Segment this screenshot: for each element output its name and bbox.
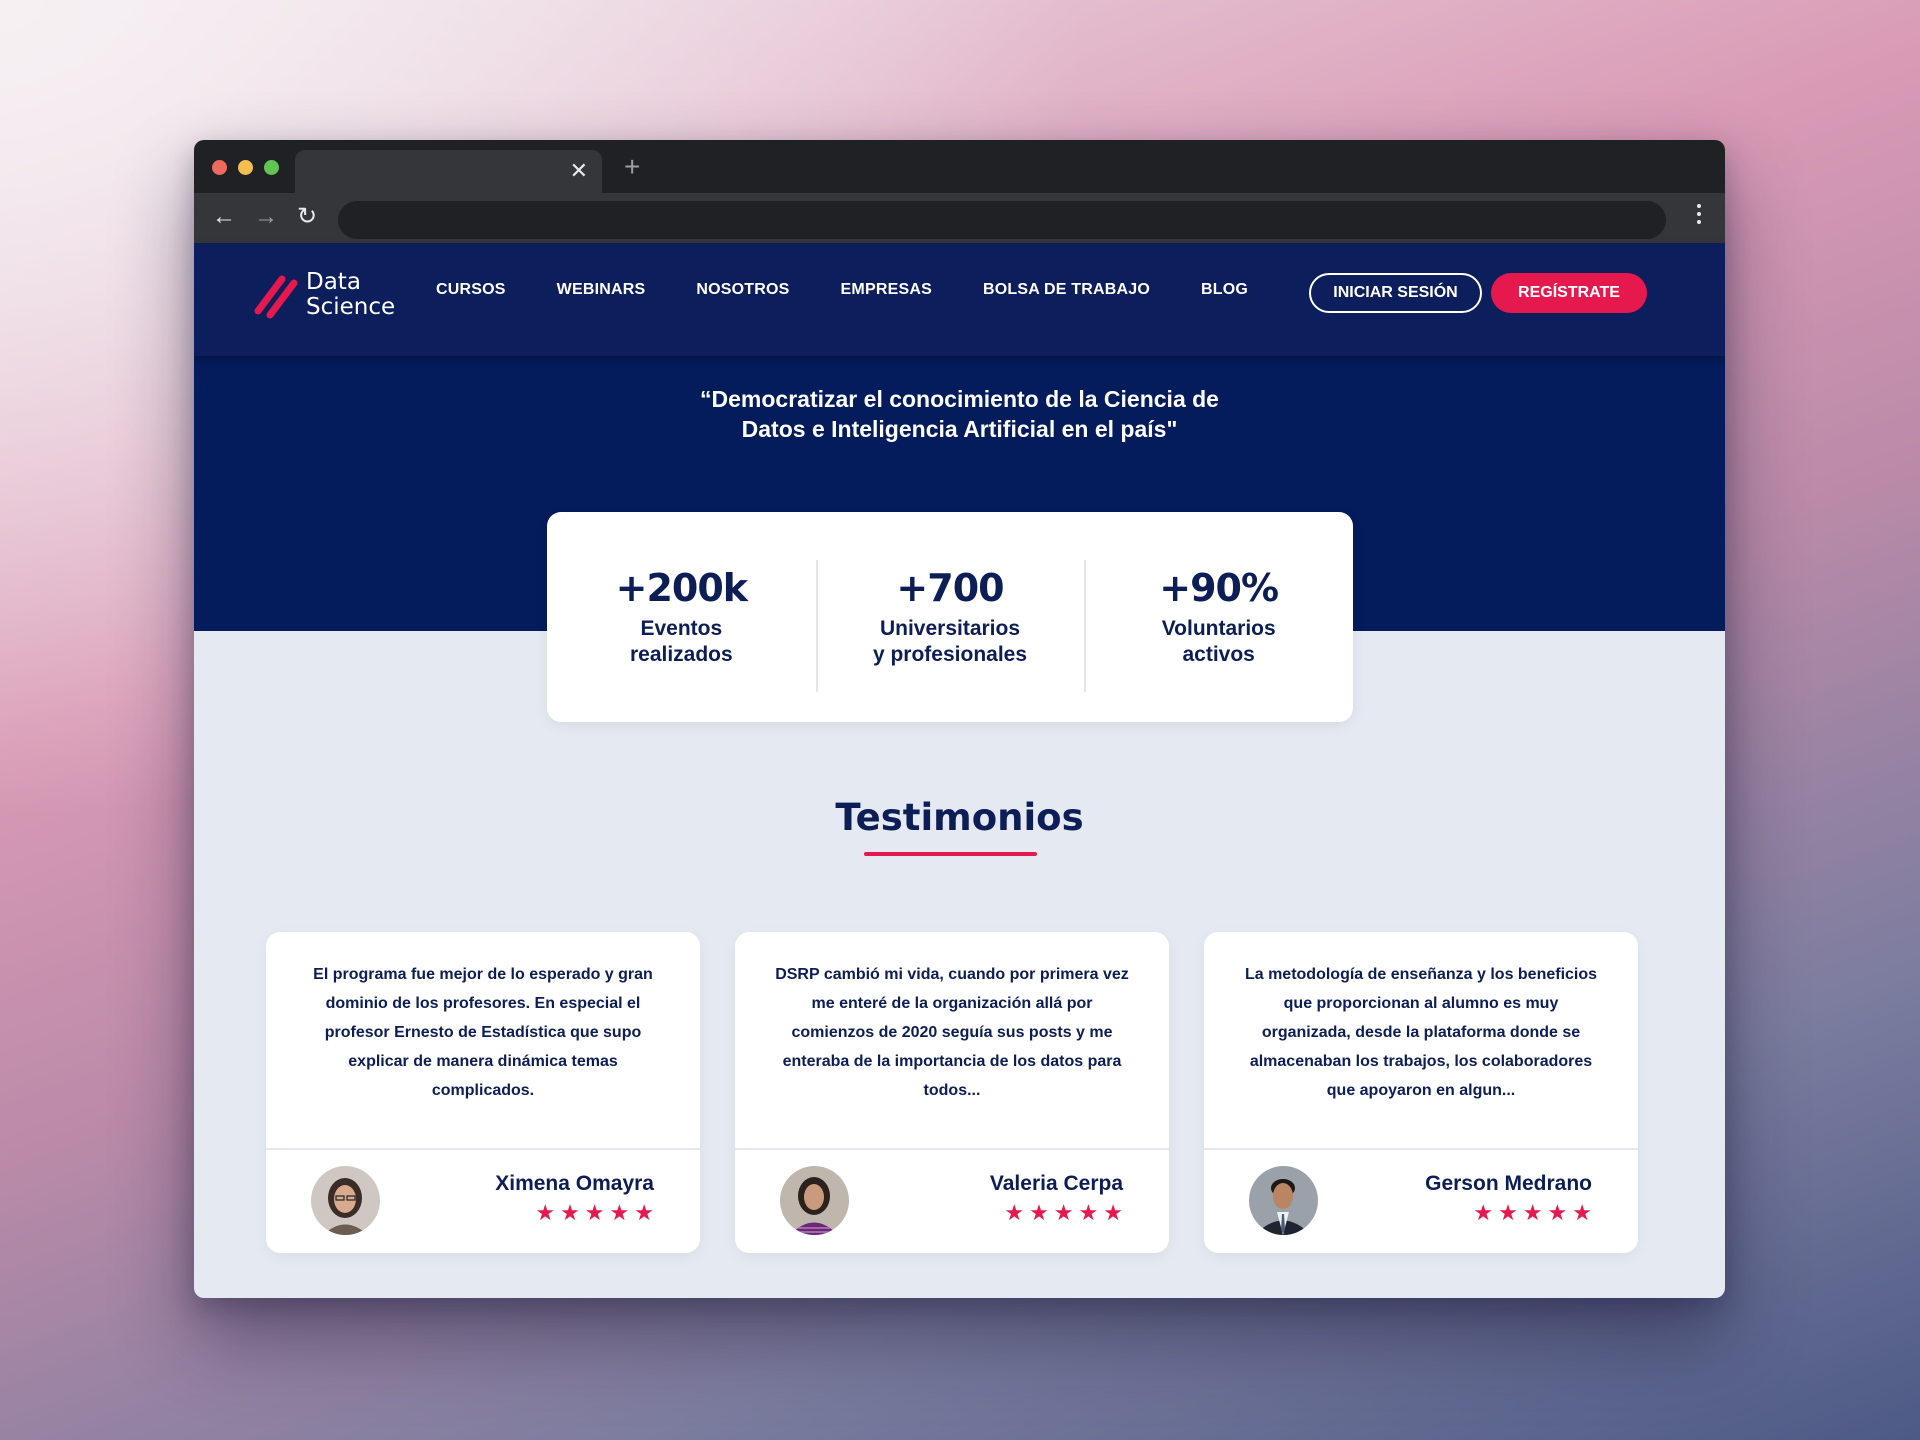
rating-stars: ★ ★ ★ ★ ★ — [1468, 1202, 1592, 1224]
card-divider — [1204, 1148, 1638, 1150]
nav-blog[interactable]: BLOG — [1201, 281, 1248, 299]
quote-line-2: Datos e Inteligencia Artificial en el pa… — [741, 416, 1178, 442]
star-icon: ★ — [1498, 1200, 1518, 1225]
minimize-window-button[interactable] — [238, 160, 253, 175]
testimonial-card: DSRP cambió mi vida, cuando por primera … — [735, 932, 1169, 1253]
star-icon: ★ — [609, 1200, 630, 1225]
avatar — [311, 1166, 380, 1235]
login-button[interactable]: INICIAR SESIÓN — [1309, 273, 1482, 313]
stat-label-line: Voluntarios — [1161, 617, 1276, 640]
star-icon: ★ — [1053, 1200, 1074, 1225]
rating-stars: ★ ★ ★ ★ ★ — [999, 1202, 1123, 1224]
stat-voluntarios: +90% Voluntarios activos — [1084, 560, 1353, 692]
reload-icon[interactable]: ↻ — [297, 203, 317, 231]
stat-label-line: y profesionales — [872, 643, 1028, 666]
star-icon: ★ — [1103, 1200, 1123, 1225]
logo-line-2: Science — [306, 294, 396, 320]
star-icon: ★ — [584, 1200, 605, 1225]
testimonial-card: La metodología de enseñanza y los benefi… — [1204, 932, 1638, 1253]
star-icon: ★ — [634, 1200, 654, 1225]
close-window-button[interactable] — [212, 160, 227, 175]
testimonial-author: Ximena Omayra — [495, 1172, 654, 1195]
logo[interactable]: Data Science — [252, 265, 395, 325]
star-icon: ★ — [560, 1200, 580, 1225]
maximize-window-button[interactable] — [264, 160, 279, 175]
stat-universitarios: +700 Universitarios y profesionales — [815, 560, 1085, 692]
logo-slashes-icon — [254, 275, 298, 319]
testimonial-author: Valeria Cerpa — [989, 1172, 1123, 1195]
testimonial-text: La metodología de enseñanza y los benefi… — [1244, 966, 1598, 1099]
browser-toolbar: ← → ↻ — [194, 193, 1725, 243]
stat-label: Voluntarios activos — [1084, 616, 1353, 668]
mission-quote: “Democratizar el conocimiento de la Cien… — [194, 384, 1725, 444]
testimonial-author: Gerson Medrano — [1425, 1172, 1592, 1195]
nav-webinars[interactable]: WEBINARS — [557, 281, 646, 299]
stat-label: Universitarios y profesionales — [816, 616, 1085, 668]
browser-menu-icon[interactable] — [1697, 204, 1701, 228]
testimonial-card: El programa fue mejor de lo esperado y g… — [266, 932, 700, 1253]
star-icon: ★ — [1522, 1200, 1543, 1225]
new-tab-icon[interactable]: + — [624, 152, 640, 182]
quote-line-1: “Democratizar el conocimiento de la Cien… — [700, 386, 1219, 412]
browser-tab[interactable]: ✕ — [295, 150, 602, 193]
star-icon: ★ — [535, 1200, 556, 1225]
star-icon: ★ — [1004, 1200, 1025, 1225]
avatar — [1249, 1166, 1318, 1235]
logo-line-1: Data — [306, 269, 361, 295]
title-underline — [864, 852, 1037, 856]
nav-cursos[interactable]: CURSOS — [436, 281, 506, 299]
site-header: Data Science CURSOS WEBINARS NOSOTROS EM… — [194, 243, 1725, 356]
main-nav: CURSOS WEBINARS NOSOTROS EMPRESAS BOLSA … — [436, 281, 1299, 299]
address-bar[interactable] — [338, 201, 1666, 239]
stats-card: +200k Eventos realizados +700 Universita… — [547, 512, 1353, 722]
testimonials-title: Testimonios — [835, 796, 1084, 839]
avatar — [780, 1166, 849, 1235]
stat-value: +700 — [896, 566, 1004, 610]
stat-label-line: Universitarios — [879, 617, 1021, 640]
stat-label-line: activos — [1182, 643, 1255, 666]
stat-label-line: realizados — [629, 643, 733, 666]
star-icon: ★ — [1029, 1200, 1049, 1225]
nav-bolsa-de-trabajo[interactable]: BOLSA DE TRABAJO — [983, 281, 1150, 299]
logo-text: Data Science — [306, 270, 395, 320]
card-divider — [266, 1148, 700, 1150]
stat-label: Eventos realizados — [547, 616, 816, 668]
testimonials-list: El programa fue mejor de lo esperado y g… — [266, 932, 1673, 1253]
browser-window: ✕ + ← → ↻ Data Science CURSOS WEBINARS N… — [194, 140, 1725, 1298]
browser-titlebar: ✕ + — [194, 140, 1725, 193]
stat-value: +200k — [615, 566, 748, 610]
card-divider — [735, 1148, 1169, 1150]
nav-empresas[interactable]: EMPRESAS — [841, 281, 932, 299]
star-icon: ★ — [1572, 1200, 1592, 1225]
testimonial-text: DSRP cambió mi vida, cuando por primera … — [775, 966, 1129, 1099]
star-icon: ★ — [1078, 1200, 1099, 1225]
back-arrow-icon[interactable]: ← — [212, 203, 236, 231]
nav-nosotros[interactable]: NOSOTROS — [696, 281, 789, 299]
tab-close-icon[interactable]: ✕ — [570, 159, 588, 183]
stat-label-line: Eventos — [640, 617, 723, 640]
register-button[interactable]: REGÍSTRATE — [1491, 273, 1647, 313]
star-icon: ★ — [1547, 1200, 1568, 1225]
stat-value: +90% — [1159, 566, 1279, 610]
stat-eventos: +200k Eventos realizados — [547, 566, 816, 668]
testimonial-text: El programa fue mejor de lo esperado y g… — [313, 966, 653, 1099]
forward-arrow-icon[interactable]: → — [254, 203, 278, 231]
star-icon: ★ — [1473, 1200, 1494, 1225]
rating-stars: ★ ★ ★ ★ ★ — [530, 1202, 654, 1224]
